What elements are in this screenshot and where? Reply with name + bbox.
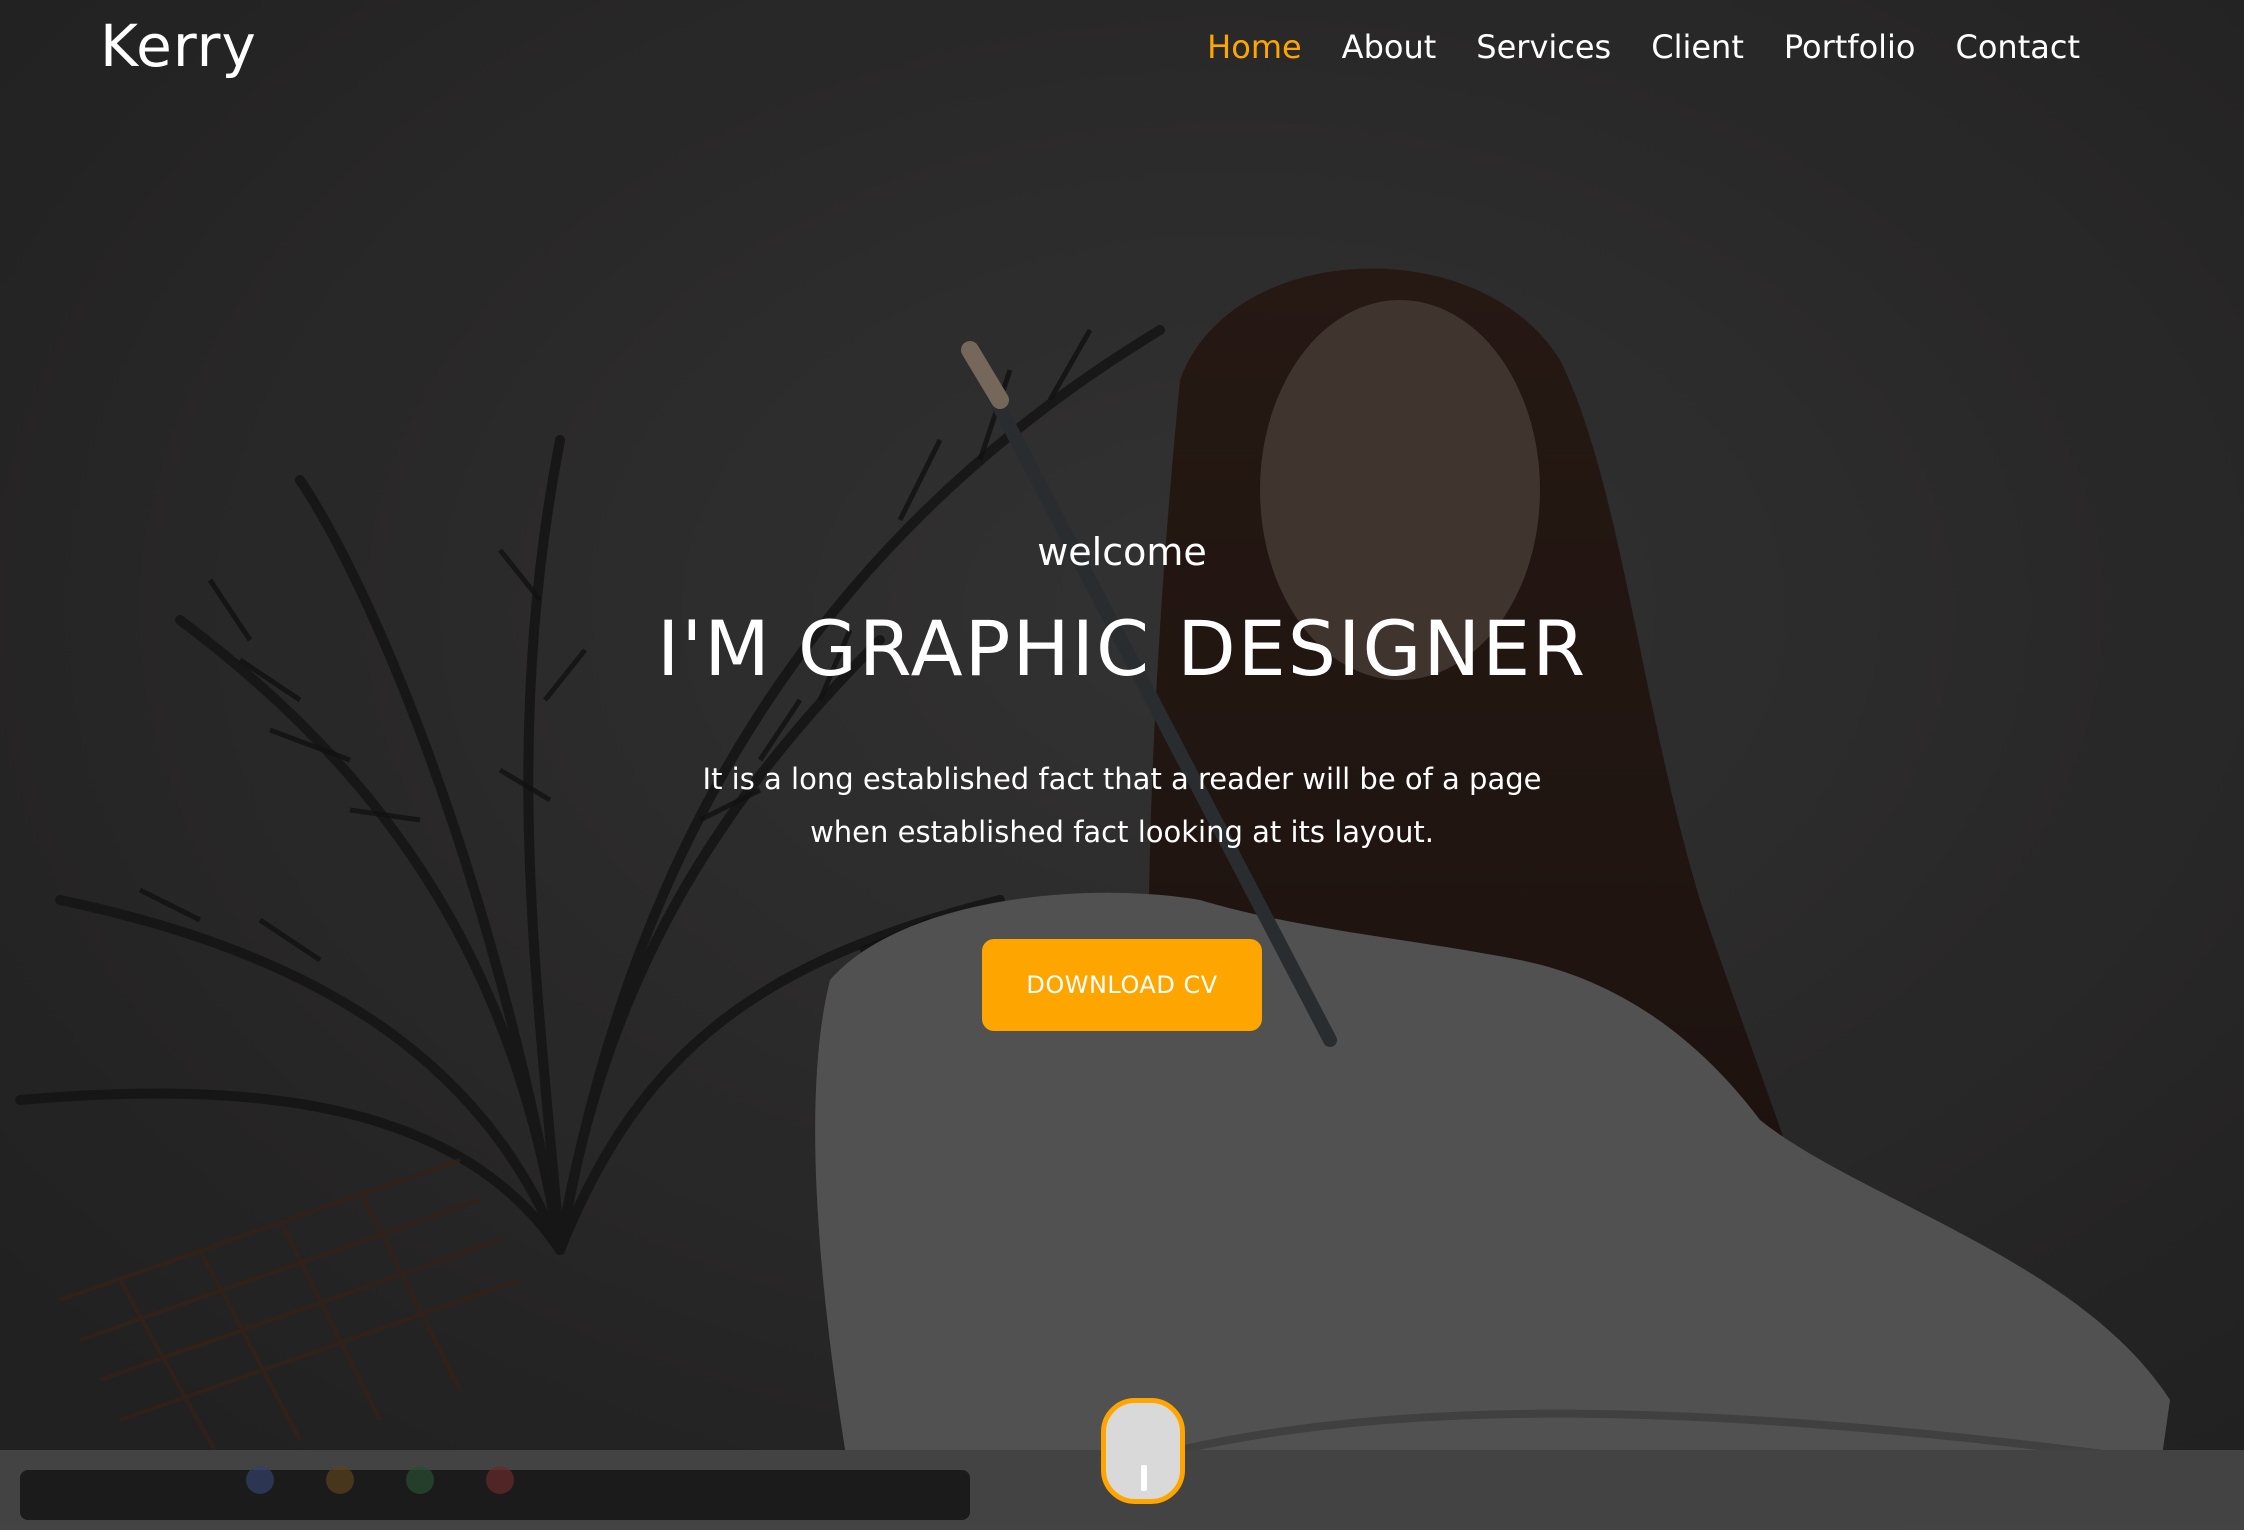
- nav-item-about[interactable]: About: [1342, 28, 1437, 66]
- nav-item-home[interactable]: Home: [1207, 28, 1302, 66]
- hero-content: welcome I'M GRAPHIC DESIGNER It is a lon…: [0, 525, 2244, 1031]
- nav-item-services[interactable]: Services: [1476, 28, 1611, 66]
- mouse-scroll-icon[interactable]: [1101, 1398, 1185, 1504]
- main-nav: Home About Services Client Portfolio Con…: [1167, 28, 2080, 66]
- nav-item-portfolio[interactable]: Portfolio: [1784, 28, 1916, 66]
- nav-item-contact[interactable]: Contact: [1956, 28, 2081, 66]
- hero-section: Kerry Home About Services Client Portfol…: [0, 0, 2244, 1530]
- hero-description: It is a long established fact that a rea…: [702, 762, 1542, 849]
- mouse-wheel: [1141, 1465, 1147, 1491]
- hero-welcome-text: welcome: [1037, 530, 1207, 574]
- site-logo[interactable]: Kerry: [100, 12, 257, 80]
- download-cv-button[interactable]: DOWNLOAD CV: [982, 939, 1262, 1031]
- nav-item-client[interactable]: Client: [1651, 28, 1744, 66]
- hero-headline: I'M GRAPHIC DESIGNER: [656, 604, 1588, 693]
